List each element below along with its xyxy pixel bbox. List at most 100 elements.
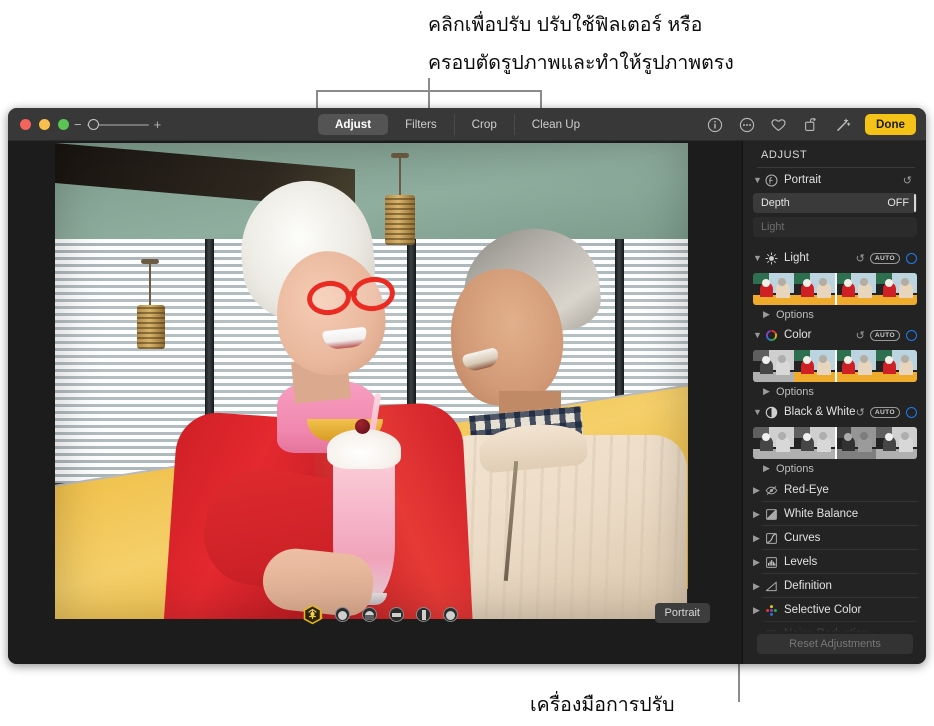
more-ellipsis-icon[interactable] — [737, 115, 756, 134]
chevron-right-icon[interactable]: ▶ — [763, 463, 772, 474]
light-filmstrip[interactable] — [753, 273, 917, 305]
adjustment-dot[interactable] — [416, 607, 431, 622]
photos-editor-window: − + Adjust Filters Crop Clean Up Done Po… — [8, 108, 926, 664]
portrait-light-slider[interactable]: Light — [753, 217, 917, 237]
tab-filters[interactable]: Filters — [388, 114, 455, 135]
adjust-panel-scroll[interactable]: ▼ Portrait ↺ Depth OFF Light ▼ Light ↺ A… — [743, 169, 926, 632]
revert-icon[interactable]: ↺ — [856, 406, 865, 419]
chevron-right-icon[interactable]: ▶ — [763, 309, 772, 320]
chevron-down-icon[interactable]: ▼ — [753, 330, 762, 340]
filmstrip-thumb[interactable] — [876, 350, 917, 382]
filmstrip-thumb[interactable] — [835, 350, 876, 382]
auto-enhance-wand-icon[interactable] — [833, 115, 852, 134]
portrait-badge[interactable]: Portrait — [654, 603, 710, 623]
chevron-down-icon[interactable]: ▼ — [753, 407, 762, 417]
section-white-balance[interactable]: ▶ White Balance — [743, 502, 926, 526]
zoom-slider-knob[interactable] — [87, 118, 99, 130]
section-light[interactable]: ▼ Light ↺ AUTO — [743, 247, 926, 269]
edited-photo[interactable] — [55, 143, 688, 619]
traffic-lights — [20, 119, 69, 130]
filmstrip-thumb[interactable] — [876, 427, 917, 459]
filmstrip-playhead[interactable] — [835, 273, 837, 305]
chevron-down-icon[interactable]: ▼ — [753, 175, 762, 185]
section-red-eye[interactable]: ▶ Red-Eye — [743, 478, 926, 502]
color-filmstrip[interactable] — [753, 350, 917, 382]
adjustment-dot[interactable] — [389, 607, 404, 622]
section-levels[interactable]: ▶ Levels — [743, 550, 926, 574]
auto-button[interactable]: AUTO — [869, 406, 900, 418]
chevron-right-icon[interactable]: ▶ — [753, 509, 762, 520]
chevron-right-icon[interactable]: ▶ — [753, 533, 762, 544]
section-curves[interactable]: ▶ Curves — [743, 526, 926, 550]
filmstrip-thumb[interactable] — [753, 427, 794, 459]
top-callout-line2: ครอบตัดรูปภาพและทำให้รูปภาพตรง — [428, 52, 734, 74]
zoom-in-icon[interactable]: + — [154, 118, 162, 131]
screenshot-root: คลิกเพื่อปรับ ปรับใช้ฟิลเตอร์ หรือ ครอบต… — [0, 0, 934, 726]
maximize-window-button[interactable] — [58, 119, 69, 130]
aperture-f-icon — [764, 173, 779, 188]
rotate-icon[interactable] — [801, 115, 820, 134]
filmstrip-thumb[interactable] — [753, 273, 794, 305]
bw-toggle[interactable] — [906, 406, 917, 418]
adjustment-dot[interactable] — [443, 607, 458, 622]
photo-lamp-shade — [385, 195, 415, 245]
adjustment-dot[interactable] — [362, 607, 377, 622]
zoom-slider-control[interactable]: − + — [74, 118, 162, 131]
tab-clean-up[interactable]: Clean Up — [515, 114, 597, 135]
auto-button[interactable]: AUTO — [869, 329, 900, 341]
bottom-callout-text: เครื่องมือการปรับ — [530, 694, 675, 716]
chevron-right-icon[interactable]: ▶ — [753, 581, 762, 592]
chevron-right-icon[interactable]: ▶ — [753, 557, 762, 568]
filmstrip-thumb[interactable] — [835, 273, 876, 305]
section-red-eye-label: Red-Eye — [784, 484, 829, 496]
chevron-right-icon[interactable]: ▶ — [753, 485, 762, 496]
bw-options-row[interactable]: ▶ Options — [743, 459, 926, 478]
section-light-label: Light — [784, 252, 809, 264]
light-options-row[interactable]: ▶ Options — [743, 305, 926, 324]
bottom-toolbar: Portrait — [8, 597, 742, 631]
filmstrip-playhead[interactable] — [835, 427, 837, 459]
revert-icon[interactable]: ↺ — [903, 174, 912, 187]
depth-slider-knob[interactable] — [914, 194, 916, 212]
chevron-down-icon[interactable]: ▼ — [753, 253, 762, 263]
filmstrip-thumb[interactable] — [753, 350, 794, 382]
filmstrip-thumb[interactable] — [794, 350, 835, 382]
depth-value: OFF — [887, 197, 909, 209]
filmstrip-playhead[interactable] — [835, 350, 837, 382]
red-eye-icon — [764, 483, 779, 498]
reset-adjustments-button[interactable]: Reset Adjustments — [757, 634, 913, 654]
filmstrip-thumb[interactable] — [835, 427, 876, 459]
favorite-heart-icon[interactable] — [769, 115, 788, 134]
color-options-row[interactable]: ▶ Options — [743, 382, 926, 401]
revert-icon[interactable]: ↺ — [856, 329, 865, 342]
minimize-window-button[interactable] — [39, 119, 50, 130]
tab-adjust[interactable]: Adjust — [318, 114, 389, 135]
chevron-right-icon[interactable]: ▶ — [763, 386, 772, 397]
section-definition[interactable]: ▶ Definition — [743, 574, 926, 598]
tab-crop[interactable]: Crop — [455, 114, 515, 135]
done-button[interactable]: Done — [865, 114, 916, 135]
color-toggle[interactable] — [906, 329, 917, 341]
zoom-slider-track[interactable] — [86, 118, 149, 130]
adjustment-dot[interactable] — [335, 607, 350, 622]
filmstrip-thumb[interactable] — [794, 427, 835, 459]
depth-slider[interactable]: Depth OFF — [753, 193, 917, 213]
light-toggle[interactable] — [906, 252, 917, 264]
edit-mode-segmented-control[interactable]: Adjust Filters Crop Clean Up — [318, 114, 597, 135]
section-portrait[interactable]: ▼ Portrait ↺ — [743, 169, 926, 191]
info-icon[interactable] — [705, 115, 724, 134]
close-window-button[interactable] — [20, 119, 31, 130]
auto-enhance-hex-icon[interactable] — [302, 604, 323, 625]
section-selective-color-label: Selective Color — [784, 604, 862, 616]
revert-icon[interactable]: ↺ — [856, 252, 865, 265]
filmstrip-thumb[interactable] — [876, 273, 917, 305]
filmstrip-thumb[interactable] — [794, 273, 835, 305]
half-circle-icon — [764, 405, 779, 420]
section-black-and-white[interactable]: ▼ Black & White ↺ AUTO — [743, 401, 926, 423]
section-color-label: Color — [784, 329, 812, 341]
chevron-right-icon[interactable]: ▶ — [753, 605, 762, 616]
zoom-out-icon[interactable]: − — [74, 118, 82, 131]
auto-button[interactable]: AUTO — [869, 252, 900, 264]
section-color[interactable]: ▼ Color ↺ AUTO — [743, 324, 926, 346]
bw-filmstrip[interactable] — [753, 427, 917, 459]
